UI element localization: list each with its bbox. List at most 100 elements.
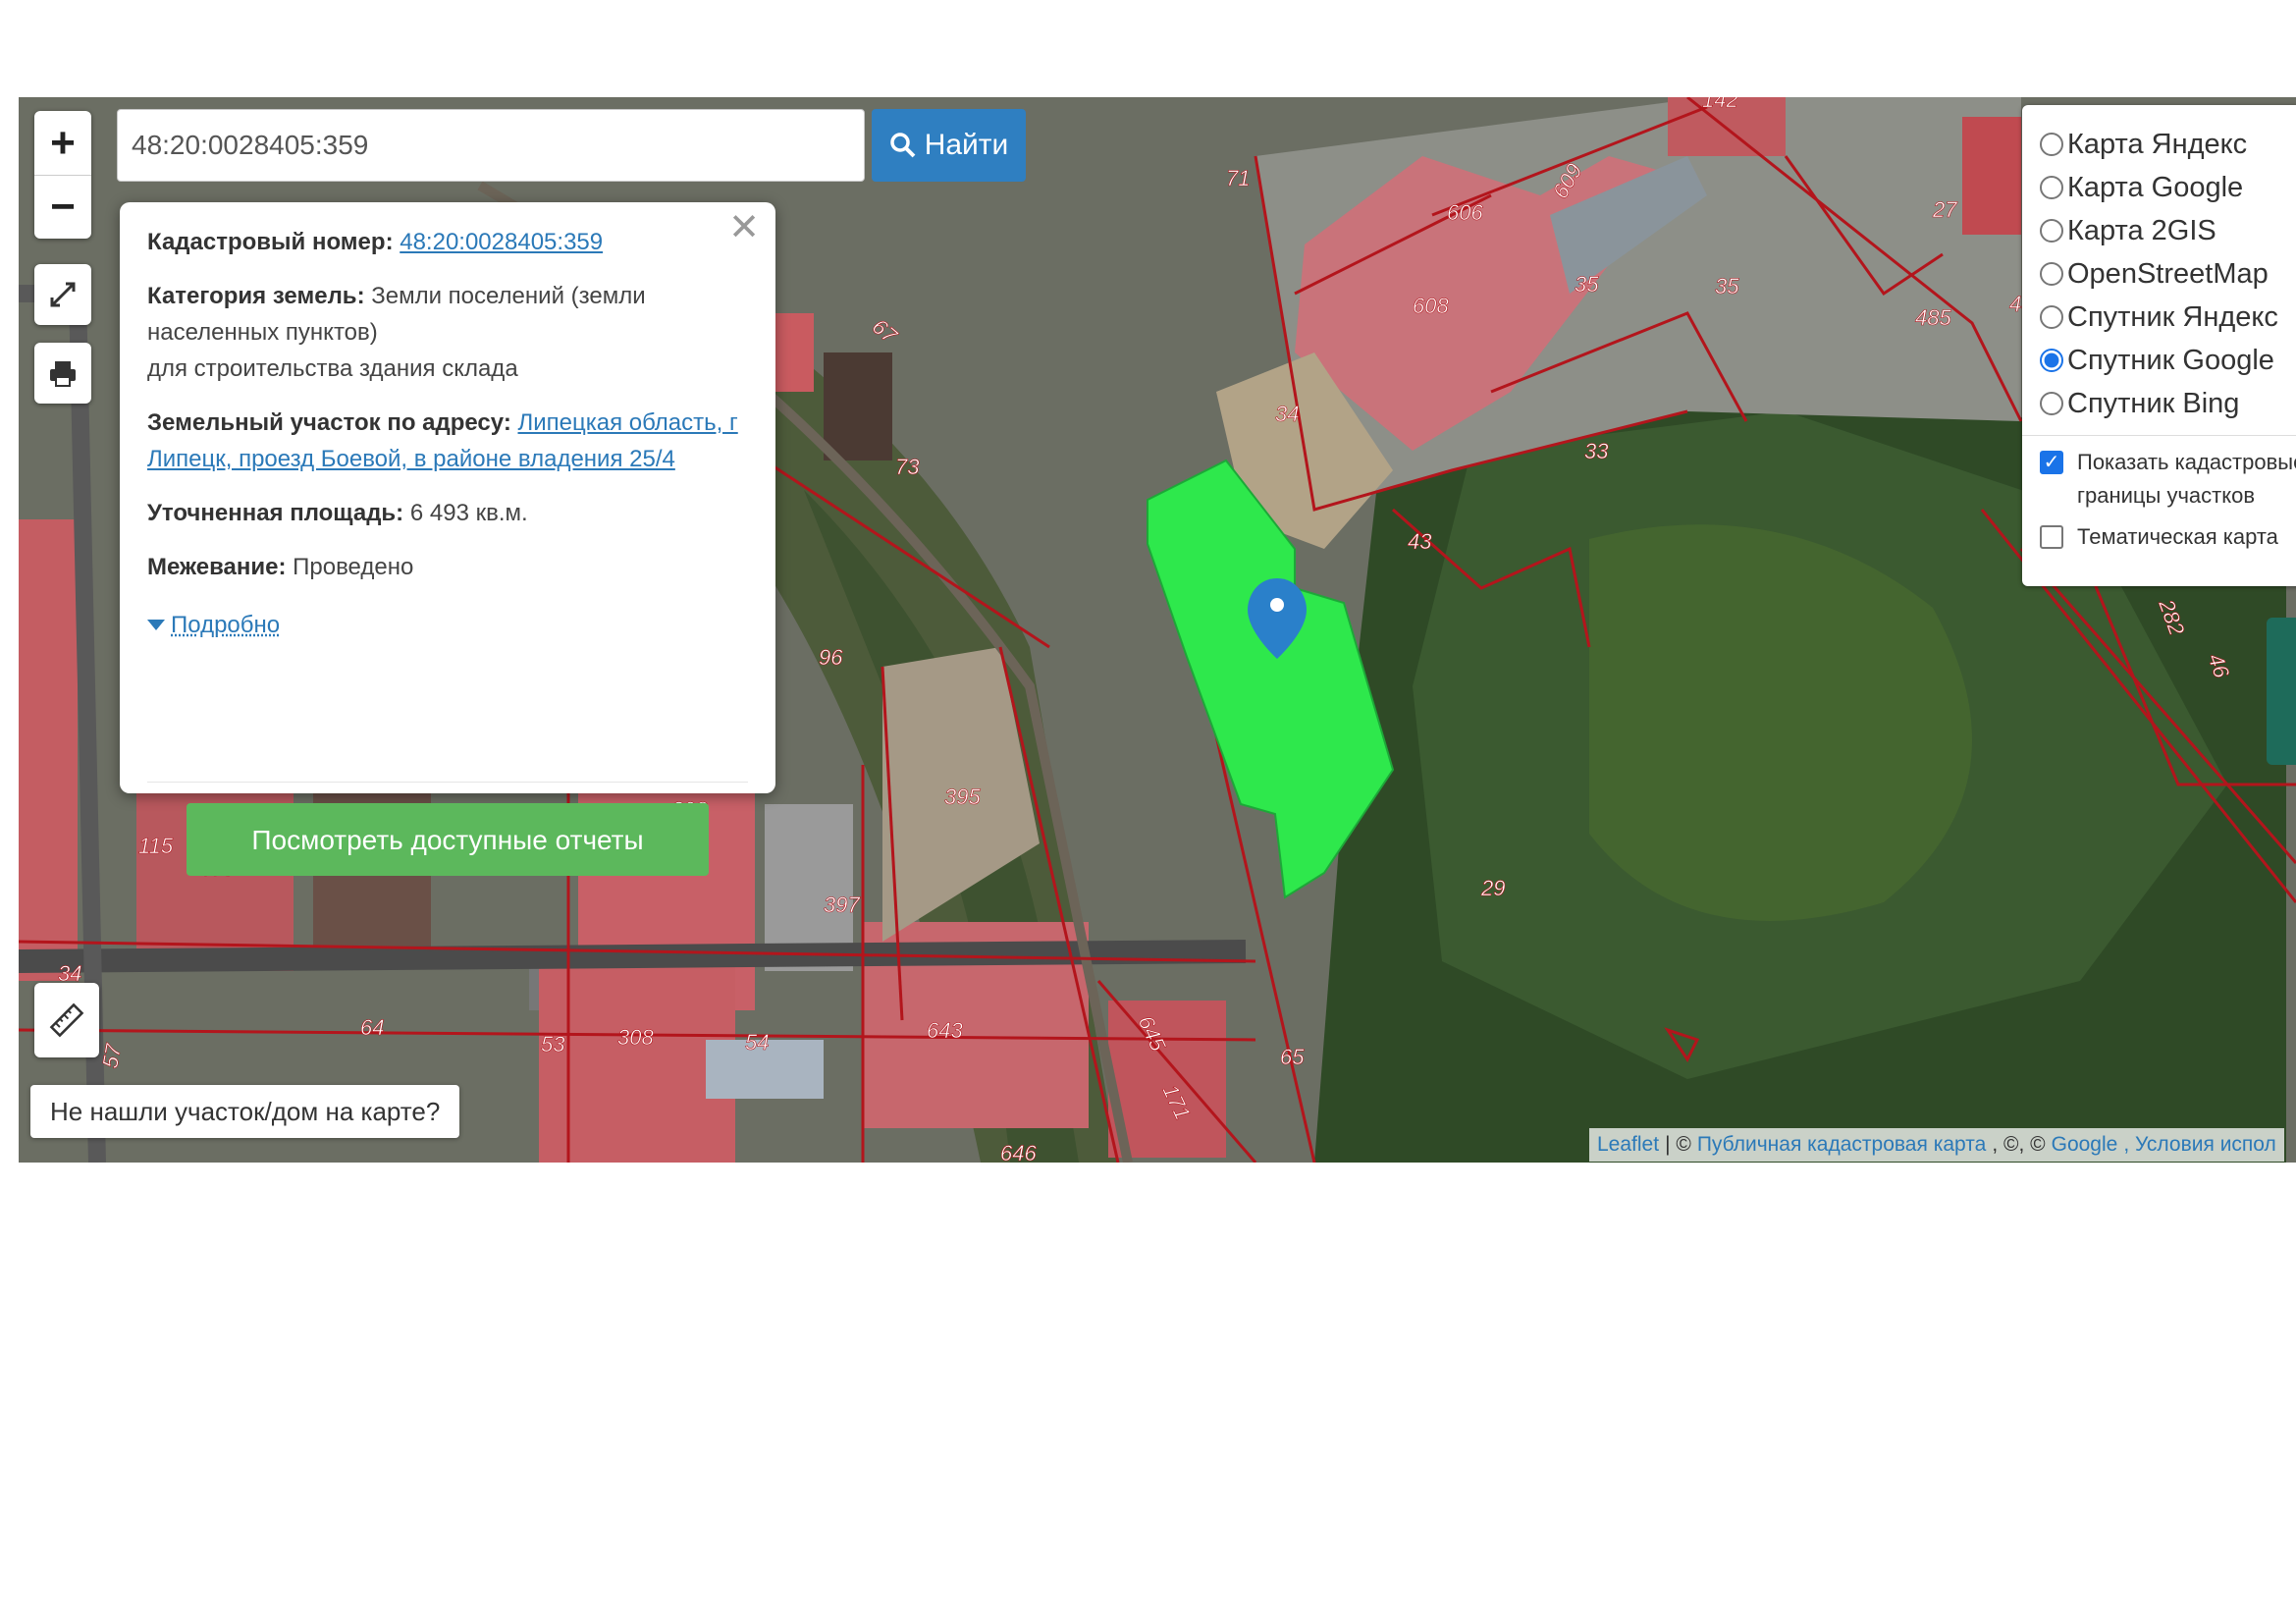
svg-text:395: 395 [944, 785, 981, 809]
svg-text:35: 35 [1715, 274, 1739, 298]
cadastral-row: Кадастровый номер: 48:20:0028405:359 [147, 224, 748, 260]
thematic-checkbox[interactable] [2040, 525, 2063, 549]
show-borders-option[interactable]: ✓ Показать кадастровые границы участков [2040, 446, 2296, 513]
print-button[interactable] [34, 343, 91, 404]
expand-icon [50, 282, 76, 307]
basemap-option[interactable]: Карта 2GIS [2040, 209, 2296, 252]
svg-text:57: 57 [97, 1042, 126, 1070]
thematic-label: Тематическая карта [2077, 524, 2278, 549]
basemap-option[interactable]: Спутник Bing [2040, 382, 2296, 425]
cadastre-link[interactable]: Публичная кадастровая карта [1697, 1133, 1986, 1157]
caret-down-icon [147, 619, 165, 630]
more-details-label: Подробно [171, 612, 281, 638]
address-row: Земельный участок по адресу: Липецкая об… [147, 405, 748, 477]
svg-text:34: 34 [1275, 402, 1299, 426]
area-label: Уточненная площадь: [147, 500, 404, 526]
close-icon[interactable]: ✕ [728, 209, 760, 246]
svg-text:64: 64 [360, 1015, 384, 1040]
terms-link[interactable]: , Условия испол [2123, 1133, 2275, 1157]
basemap-label: Спутник Google [2067, 344, 2274, 376]
svg-text:608: 608 [1413, 294, 1449, 318]
svg-text:53: 53 [541, 1032, 565, 1056]
svg-text:73: 73 [895, 455, 920, 479]
basemap-label: Спутник Яндекс [2067, 300, 2278, 333]
not-found-button[interactable]: Не нашли участок/дом на карте? [30, 1085, 460, 1138]
view-reports-button[interactable]: Посмотреть доступные отчеты [187, 803, 709, 876]
attribution-sep2: , ©, © [1992, 1133, 2046, 1156]
basemap-radio[interactable] [2040, 392, 2063, 415]
svg-text:606: 606 [1447, 200, 1483, 225]
basemap-radio[interactable] [2040, 133, 2063, 156]
svg-text:115: 115 [138, 834, 174, 858]
category-use: для строительства здания склада [147, 355, 518, 382]
basemap-label: Карта Яндекс [2067, 128, 2248, 160]
basemap-label: OpenStreetMap [2067, 257, 2269, 290]
survey-label: Межевание: [147, 554, 287, 580]
basemap-radio[interactable] [2040, 176, 2063, 199]
zoom-out-button[interactable]: − [34, 175, 91, 239]
basemap-option[interactable]: Карта Яндекс [2040, 123, 2296, 166]
cadastral-label: Кадастровый номер: [147, 229, 394, 255]
map-attribution: Leaflet | © Публичная кадастровая карта … [1589, 1128, 2284, 1162]
svg-text:646: 646 [1000, 1141, 1037, 1163]
svg-text:485: 485 [1915, 305, 1951, 330]
basemap-option[interactable]: OpenStreetMap [2040, 252, 2296, 296]
basemap-option[interactable]: Карта Google [2040, 166, 2296, 209]
map-canvas[interactable]: 71 606 608 609 35 35 27 485 48 34 33 43 … [19, 97, 2296, 1163]
svg-text:308: 308 [617, 1025, 654, 1050]
svg-text:397: 397 [824, 893, 860, 917]
basemap-options: Карта Яндекс Карта Google Карта 2GIS OpenSt… [2040, 123, 2296, 425]
basemap-radio[interactable] [2040, 219, 2063, 243]
google-link[interactable]: Google [2052, 1133, 2118, 1157]
ruler-button[interactable] [34, 983, 99, 1057]
zoom-in-button[interactable]: + [34, 111, 91, 175]
cadastral-link[interactable]: 48:20:0028405:359 [400, 229, 603, 255]
search-field[interactable] [117, 109, 865, 182]
printer-icon [50, 361, 76, 387]
basemap-option[interactable]: Спутник Яндекс [2040, 296, 2296, 339]
svg-text:71: 71 [1226, 166, 1250, 190]
area-value: 6 493 кв.м. [409, 500, 528, 526]
leaflet-link[interactable]: Leaflet [1597, 1133, 1659, 1157]
thematic-option[interactable]: Тематическая карта [2040, 520, 2296, 554]
basemap-radio[interactable] [2040, 262, 2063, 286]
side-panel-tab[interactable] [2267, 618, 2296, 765]
category-label: Категория земель: [147, 283, 365, 309]
category-row: Категория земель: Земли поселений (земли… [147, 278, 748, 387]
basemap-option[interactable]: Спутник Google [2040, 339, 2296, 382]
svg-text:27: 27 [1932, 197, 1957, 222]
layers-panel: Карта Яндекс Карта Google Карта 2GIS OpenSt… [2022, 105, 2296, 586]
show-borders-label: Показать кадастровые границы участков [2077, 450, 2296, 508]
basemap-label: Спутник Bing [2067, 387, 2240, 419]
popup-divider [147, 782, 748, 783]
find-button-label: Найти [924, 129, 1009, 161]
zoom-control: + − [34, 111, 91, 239]
area-row: Уточненная площадь: 6 493 кв.м. [147, 495, 748, 531]
survey-row: Межевание: Проведено [147, 549, 748, 585]
find-button[interactable]: Найти [872, 109, 1026, 182]
address-label: Земельный участок по адресу: [147, 409, 511, 436]
svg-text:96: 96 [819, 645, 843, 670]
svg-text:35: 35 [1575, 272, 1599, 297]
attribution-sep1: | © [1665, 1133, 1691, 1156]
fullscreen-button[interactable] [34, 264, 91, 325]
basemap-radio[interactable] [2040, 305, 2063, 329]
svg-text:54: 54 [745, 1030, 769, 1055]
more-details-toggle[interactable]: Подробно [147, 607, 280, 643]
svg-text:142: 142 [1702, 97, 1738, 112]
layers-divider [2022, 435, 2296, 436]
parcel-info-popup: ✕ Кадастровый номер: 48:20:0028405:359 К… [120, 202, 775, 876]
svg-text:43: 43 [1408, 529, 1432, 554]
show-borders-checkbox[interactable]: ✓ [2040, 451, 2063, 474]
basemap-radio[interactable] [2040, 349, 2063, 372]
svg-text:643: 643 [927, 1018, 963, 1043]
ruler-icon [49, 1002, 84, 1038]
basemap-label: Карта Google [2067, 171, 2244, 203]
svg-text:65: 65 [1280, 1045, 1305, 1069]
svg-text:29: 29 [1480, 876, 1505, 900]
basemap-label: Карта 2GIS [2067, 214, 2216, 246]
search-icon [889, 133, 916, 158]
svg-text:33: 33 [1584, 439, 1609, 463]
cadastral-search-input[interactable] [132, 130, 850, 161]
survey-value: Проведено [293, 554, 414, 580]
